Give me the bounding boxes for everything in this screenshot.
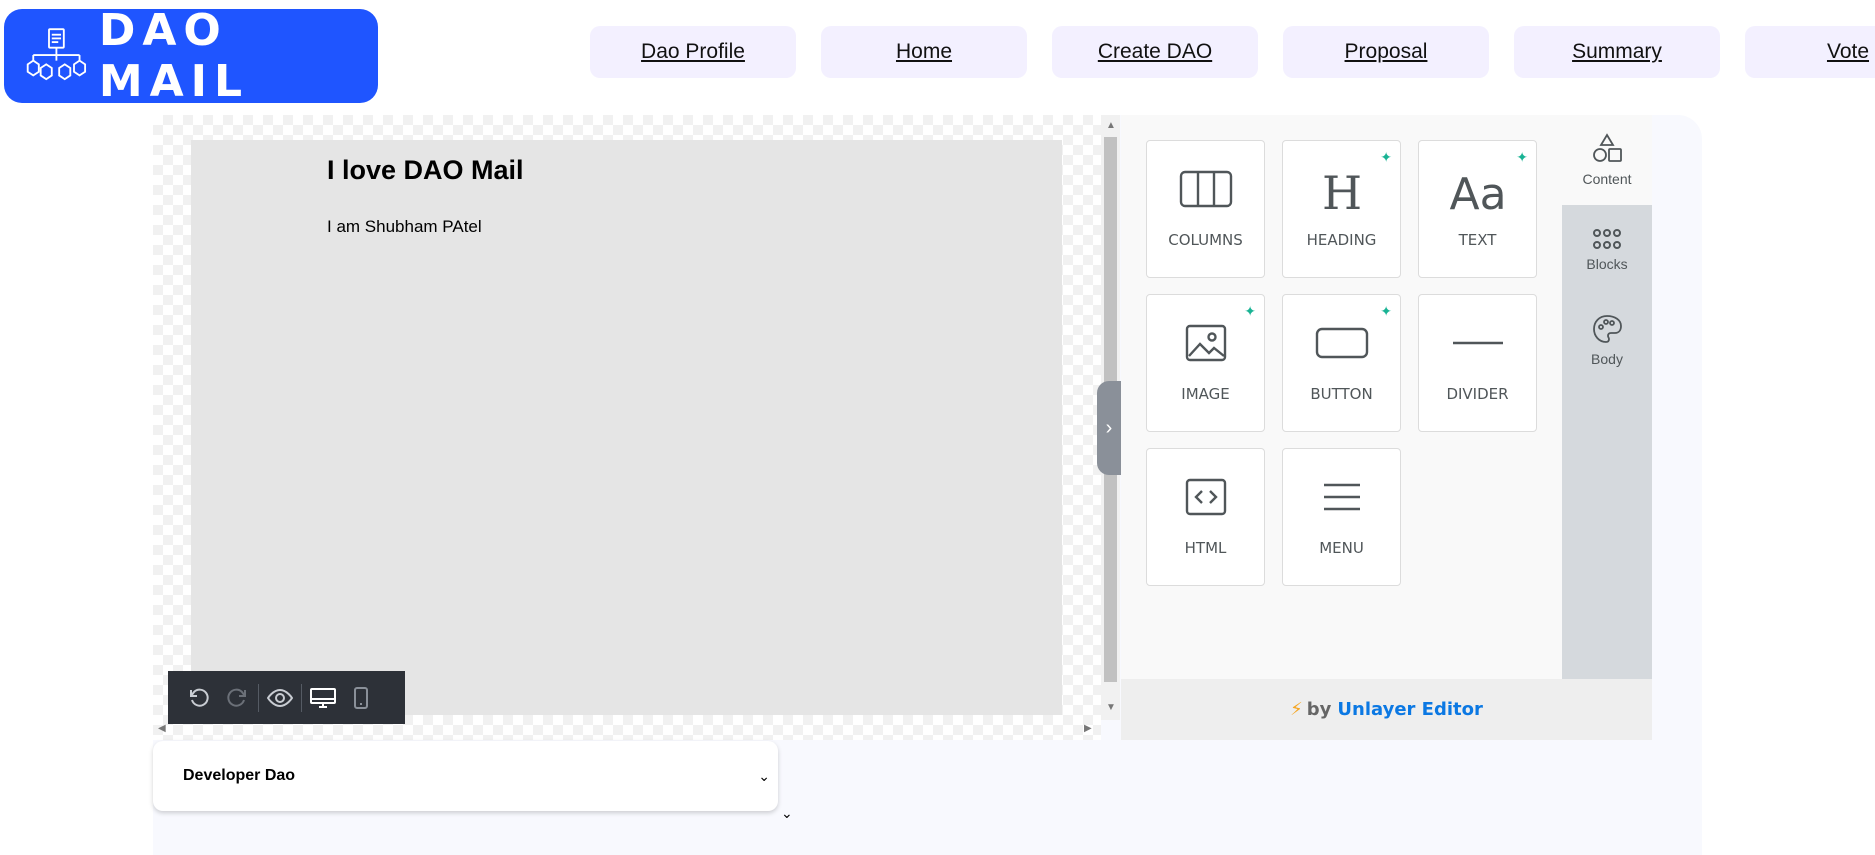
tool-button[interactable]: ✦ BUTTON bbox=[1282, 294, 1401, 432]
ai-sparkle-icon: ✦ bbox=[1244, 303, 1256, 319]
tool-label: DIVIDER bbox=[1446, 385, 1509, 403]
preview-eye-icon[interactable] bbox=[261, 679, 299, 717]
svg-text:H: H bbox=[1321, 169, 1361, 213]
tool-label: HTML bbox=[1184, 539, 1227, 557]
text-icon: Aa bbox=[1449, 169, 1506, 213]
unlayer-footer: ⚡ by Unlayer Editor bbox=[1121, 679, 1652, 740]
scroll-right-arrow[interactable]: ▶ bbox=[1084, 723, 1092, 734]
tab-label: Blocks bbox=[1586, 256, 1628, 272]
email-text[interactable]: I am Shubham PAtel bbox=[327, 217, 482, 237]
lightning-icon: ⚡ bbox=[1290, 699, 1303, 720]
ai-sparkle-icon: ✦ bbox=[1516, 149, 1528, 165]
tool-label: TEXT bbox=[1458, 231, 1497, 249]
tab-label: Content bbox=[1582, 171, 1632, 187]
scroll-up-arrow[interactable]: ▲ bbox=[1106, 120, 1116, 131]
tool-menu[interactable]: MENU bbox=[1282, 448, 1401, 586]
scroll-down-arrow[interactable]: ▼ bbox=[1106, 702, 1116, 713]
button-icon bbox=[1315, 327, 1368, 359]
image-icon bbox=[1185, 324, 1226, 362]
tool-text[interactable]: ✦ Aa TEXT bbox=[1418, 140, 1537, 278]
chevron-down-icon[interactable]: ⌄ bbox=[781, 805, 793, 822]
tool-columns[interactable]: COLUMNS bbox=[1146, 140, 1265, 278]
scroll-left-arrow[interactable]: ◀ bbox=[158, 723, 166, 734]
columns-icon bbox=[1179, 170, 1232, 208]
logo-text: DAO MAIL bbox=[98, 5, 250, 107]
email-body[interactable] bbox=[191, 140, 1062, 715]
dao-network-icon bbox=[26, 28, 87, 81]
redo-icon[interactable] bbox=[218, 679, 256, 717]
dao-select[interactable]: Developer Dao ⌄ bbox=[153, 741, 778, 811]
grid-dots-icon bbox=[1593, 229, 1621, 249]
desktop-view-icon[interactable] bbox=[304, 679, 342, 717]
app-root: DAO MAIL Dao Profile Home Create DAO Pro… bbox=[0, 0, 1875, 855]
dao-select-value: Developer Dao bbox=[183, 767, 296, 784]
chevron-right-icon: › bbox=[1105, 416, 1113, 439]
tool-label: MENU bbox=[1319, 539, 1364, 557]
tab-blocks[interactable]: Blocks bbox=[1562, 205, 1652, 295]
email-heading[interactable]: I love DAO Mail bbox=[327, 155, 524, 186]
panel-collapse-handle[interactable]: › bbox=[1097, 381, 1121, 475]
nav-proposal[interactable]: Proposal bbox=[1283, 26, 1489, 78]
menu-icon bbox=[1323, 483, 1360, 511]
nav-vote[interactable]: Vote bbox=[1745, 26, 1875, 78]
undo-icon[interactable] bbox=[180, 679, 218, 717]
tab-content[interactable]: Content bbox=[1562, 115, 1652, 205]
unlayer-link[interactable]: Unlayer Editor bbox=[1337, 699, 1482, 720]
toolbar-divider bbox=[301, 683, 302, 712]
tab-body[interactable]: Body bbox=[1562, 295, 1652, 385]
tool-label: COLUMNS bbox=[1168, 231, 1243, 249]
ai-sparkle-icon: ✦ bbox=[1380, 303, 1392, 319]
tool-heading[interactable]: ✦ H HEADING bbox=[1282, 140, 1401, 278]
nav-summary[interactable]: Summary bbox=[1514, 26, 1720, 78]
tab-label: Body bbox=[1591, 351, 1623, 367]
tool-html[interactable]: HTML bbox=[1146, 448, 1265, 586]
code-icon bbox=[1185, 478, 1226, 516]
editor-toolbar bbox=[168, 671, 405, 724]
nav-create-dao[interactable]: Create DAO bbox=[1052, 26, 1258, 78]
tool-divider[interactable]: DIVIDER bbox=[1418, 294, 1537, 432]
tool-label: IMAGE bbox=[1181, 385, 1230, 403]
heading-icon: H bbox=[1321, 169, 1361, 213]
tool-label: HEADING bbox=[1306, 231, 1377, 249]
toolbar-divider bbox=[258, 683, 259, 712]
mobile-view-icon[interactable] bbox=[342, 679, 380, 717]
nav-home[interactable]: Home bbox=[821, 26, 1027, 78]
logo[interactable]: DAO MAIL bbox=[4, 5, 378, 107]
chevron-down-icon: ⌄ bbox=[758, 767, 770, 784]
svg-text:Aa: Aa bbox=[1449, 169, 1506, 213]
ai-sparkle-icon: ✦ bbox=[1380, 149, 1392, 165]
top-nav: Dao Profile Home Create DAO Proposal Sum… bbox=[590, 26, 1875, 78]
divider-icon bbox=[1452, 341, 1503, 345]
palette-icon bbox=[1593, 315, 1622, 343]
shapes-icon bbox=[1593, 133, 1622, 162]
tool-label: BUTTON bbox=[1310, 385, 1373, 403]
nav-dao-profile[interactable]: Dao Profile bbox=[590, 26, 796, 78]
footer-by: by bbox=[1306, 699, 1332, 720]
tool-image[interactable]: ✦ IMAGE bbox=[1146, 294, 1265, 432]
